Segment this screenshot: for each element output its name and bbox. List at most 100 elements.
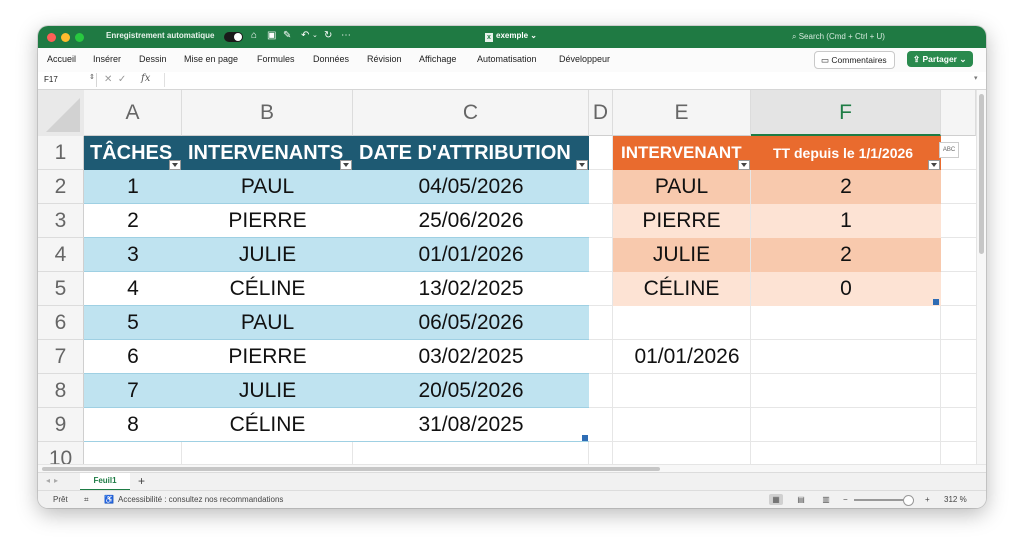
horizontal-scroll-thumb[interactable] (42, 467, 660, 471)
paste-options-icon[interactable]: ABC (939, 142, 959, 158)
filter-dropdown-icon[interactable] (169, 160, 181, 170)
column-header-e[interactable]: E (613, 90, 751, 136)
expand-formula-icon[interactable]: ▾ (974, 74, 978, 82)
filter-dropdown-icon[interactable] (576, 160, 588, 170)
table-cell[interactable]: PIERRE (182, 204, 353, 238)
page-break-view-icon[interactable]: ▥ (819, 494, 833, 505)
tab-accueil[interactable]: Accueil (47, 54, 76, 64)
table-resize-handle[interactable] (582, 435, 588, 441)
zoom-window-button[interactable] (75, 33, 84, 42)
accessibility-check-icon[interactable]: ⌗ (84, 495, 89, 505)
tab-automatisation[interactable]: Automatisation (477, 54, 537, 64)
add-sheet-icon[interactable]: + (138, 474, 145, 488)
table-cell[interactable]: 31/08/2025 (353, 408, 589, 442)
tab-donnees[interactable]: Données (313, 54, 349, 64)
tab-developpeur[interactable]: Développeur (559, 54, 610, 64)
search-box[interactable]: ⌕ Search (Cmd + Ctrl + U) (792, 32, 885, 42)
column-header-c[interactable]: C (353, 90, 589, 136)
zoom-slider-thumb[interactable] (903, 495, 914, 506)
table-cell[interactable]: 01/01/2026 (353, 238, 589, 272)
home-icon[interactable]: ⌂ (251, 30, 257, 42)
row-header-1[interactable]: 1 (38, 136, 84, 170)
table-cell[interactable]: 0 (751, 272, 941, 306)
minimize-window-button[interactable] (61, 33, 70, 42)
filter-dropdown-icon[interactable] (928, 160, 940, 170)
row-header-4[interactable]: 4 (38, 238, 84, 272)
row-header-8[interactable]: 8 (38, 374, 84, 408)
table-cell[interactable]: PIERRE (182, 340, 353, 374)
column-header-b[interactable]: B (182, 90, 353, 136)
vertical-scroll-thumb[interactable] (979, 94, 984, 254)
table-cell[interactable]: 3 (84, 238, 182, 272)
column-header-g[interactable] (941, 90, 976, 136)
share-button[interactable]: ⇪ Partager ⌄ (907, 51, 973, 67)
edit-icon[interactable]: ✎ (283, 30, 291, 42)
page-layout-view-icon[interactable]: ▤ (794, 494, 808, 505)
table-cell[interactable]: 4 (84, 272, 182, 306)
table-cell[interactable]: JULIE (613, 238, 750, 272)
zoom-level[interactable]: 312 % (944, 495, 967, 504)
tab-dessin[interactable]: Dessin (139, 54, 167, 64)
table-cell[interactable]: 2 (751, 238, 941, 272)
spreadsheet-grid[interactable]: A B C D E F 1 2 3 4 5 6 7 8 9 10 TÂCHES … (38, 90, 976, 464)
column-header-a[interactable]: A (84, 90, 182, 136)
table-cell[interactable]: 06/05/2026 (353, 306, 589, 340)
tab-inserer[interactable]: Insérer (93, 54, 121, 64)
table-cell[interactable]: 13/02/2025 (353, 272, 589, 306)
table-cell[interactable]: JULIE (182, 238, 353, 272)
row-header-3[interactable]: 3 (38, 204, 84, 238)
tasks-header-intervenants[interactable]: INTERVENANTS (182, 136, 353, 170)
table-cell[interactable]: 1 (751, 204, 941, 238)
row-header-10[interactable]: 10 (38, 442, 84, 464)
close-window-button[interactable] (47, 33, 56, 42)
table-cell[interactable]: 6 (84, 340, 182, 374)
table-cell[interactable]: PIERRE (613, 204, 750, 238)
redo-icon[interactable]: ↻ (324, 30, 332, 42)
summary-header-total[interactable]: TT depuis le 1/1/2026 (751, 136, 941, 170)
table-cell[interactable]: 04/05/2026 (353, 170, 589, 204)
document-title[interactable]: x exemple ⌄ (485, 31, 537, 42)
table-resize-handle[interactable] (933, 299, 939, 305)
table-cell[interactable]: 03/02/2025 (353, 340, 589, 374)
table-cell[interactable]: PAUL (613, 170, 750, 204)
column-header-d[interactable]: D (589, 90, 613, 136)
vertical-scrollbar[interactable] (976, 90, 986, 464)
tasks-header-date[interactable]: DATE D'ATTRIBUTION (353, 136, 589, 170)
row-header-9[interactable]: 9 (38, 408, 84, 442)
table-cell[interactable]: 5 (84, 306, 182, 340)
filter-dropdown-icon[interactable] (340, 160, 352, 170)
row-header-2[interactable]: 2 (38, 170, 84, 204)
column-header-f[interactable]: F (751, 90, 941, 136)
autosave-toggle[interactable] (224, 32, 243, 42)
table-cell[interactable]: 8 (84, 408, 182, 442)
table-cell[interactable]: 7 (84, 374, 182, 408)
table-cell[interactable]: 2 (751, 170, 941, 204)
accessibility-status[interactable]: Accessibilité : consultez nos recommanda… (118, 495, 283, 504)
table-cell[interactable]: 1 (84, 170, 182, 204)
tab-formules[interactable]: Formules (257, 54, 295, 64)
table-cell[interactable]: 2 (84, 204, 182, 238)
tab-mise-en-page[interactable]: Mise en page (184, 54, 238, 64)
table-cell[interactable]: 25/06/2026 (353, 204, 589, 238)
sheet-nav-arrows-icon[interactable]: ◂▸ (46, 476, 62, 485)
undo-icon[interactable]: ↶ (301, 30, 309, 42)
more-icon[interactable]: ⋯ (341, 30, 351, 42)
select-all-corner[interactable] (38, 90, 85, 137)
undo-dropdown-icon[interactable]: ⌄ (312, 30, 318, 42)
tab-affichage[interactable]: Affichage (419, 54, 456, 64)
zoom-in-icon[interactable]: + (925, 495, 930, 504)
name-box[interactable]: F17 (44, 74, 94, 86)
comments-button[interactable]: ▭ Commentaires (814, 51, 895, 69)
row-header-6[interactable]: 6 (38, 306, 84, 340)
table-cell[interactable]: JULIE (182, 374, 353, 408)
row-header-7[interactable]: 7 (38, 340, 84, 374)
normal-view-icon[interactable]: ▦ (769, 494, 783, 505)
row-header-5[interactable]: 5 (38, 272, 84, 306)
filter-dropdown-icon[interactable] (738, 160, 750, 170)
table-cell[interactable]: CÉLINE (182, 408, 353, 442)
tab-revision[interactable]: Révision (367, 54, 402, 64)
tasks-header-taches[interactable]: TÂCHES (84, 136, 182, 170)
save-icon[interactable]: ▣ (267, 30, 276, 42)
accessibility-icon[interactable]: ♿ (104, 495, 114, 504)
table-cell[interactable]: PAUL (182, 306, 353, 340)
